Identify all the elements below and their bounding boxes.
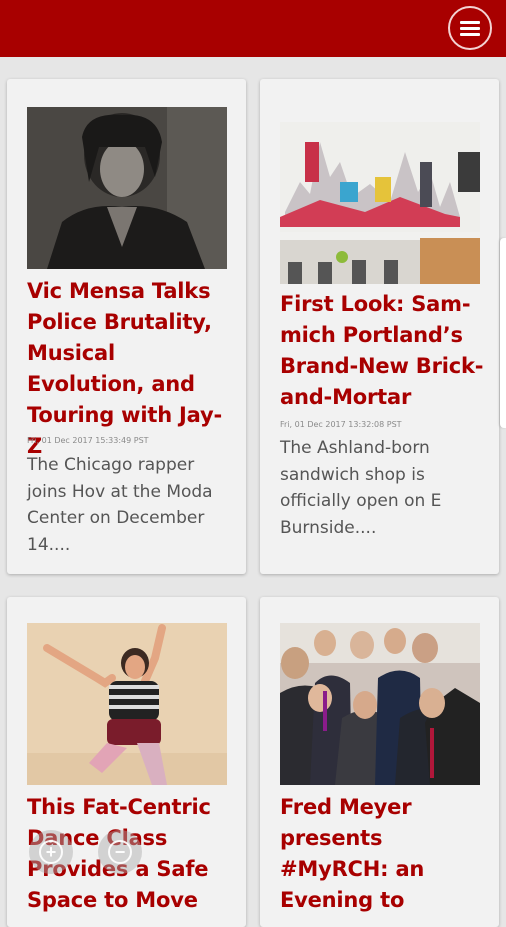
zoom-in-button[interactable]: + [29, 830, 73, 874]
article-card[interactable]: This Fat-Centric Dance Class Provides a … [7, 597, 246, 927]
menu-button[interactable] [448, 6, 492, 50]
article-title[interactable]: Vic Mensa Talks Police Brutality, Musica… [27, 276, 234, 462]
app-header [0, 0, 506, 57]
zoom-in-icon: + [39, 840, 63, 864]
article-thumbnail [27, 107, 227, 269]
article-date: Fri, 01 Dec 2017 13:32:08 PST [280, 420, 402, 429]
article-excerpt: The Ashland-born sandwich shop is offici… [280, 438, 442, 538]
hamburger-menu-icon [460, 18, 480, 39]
article-card[interactable]: First Look: Sam-mich Portland’s Brand-Ne… [260, 79, 499, 574]
article-title[interactable]: First Look: Sam-mich Portland’s Brand-Ne… [280, 289, 487, 413]
zoom-out-icon: − [108, 840, 132, 864]
article-card[interactable]: Fred Meyer presents #MyRCH: an Evening t… [260, 597, 499, 927]
article-excerpt: The Chicago rapper joins Hov at the Moda… [27, 455, 213, 555]
article-title[interactable]: Fred Meyer presents #MyRCH: an Evening t… [280, 792, 487, 916]
zoom-out-button[interactable]: − [98, 830, 142, 874]
article-thumbnail [280, 122, 480, 284]
article-thumbnail [27, 623, 227, 785]
drawer-edge-handle[interactable] [500, 238, 506, 428]
article-grid: Vic Mensa Talks Police Brutality, Musica… [0, 57, 506, 927]
article-thumbnail [280, 623, 480, 785]
article-date: Fri, 01 Dec 2017 15:33:49 PST [27, 436, 149, 445]
article-card[interactable]: Vic Mensa Talks Police Brutality, Musica… [7, 79, 246, 574]
